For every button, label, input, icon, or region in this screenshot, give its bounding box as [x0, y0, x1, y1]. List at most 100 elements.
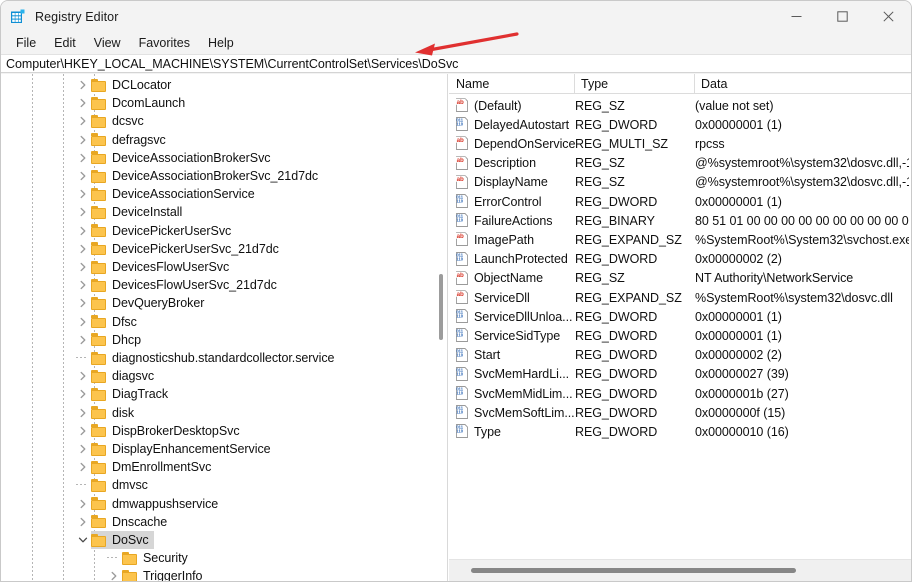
value-data: %SystemRoot%\system32\dosvc.dll [695, 290, 893, 305]
folder-icon [91, 460, 107, 474]
tree-node[interactable]: DcomLaunch [75, 94, 185, 112]
registry-tree-pane[interactable]: DCLocator DcomLaunch dcsvc defragsvc DeviceA… [1, 74, 448, 581]
tree-node[interactable]: diagnosticshub.standardcollector.service [75, 349, 334, 367]
tree-node[interactable]: TriggerInfo [106, 567, 202, 581]
chevron-right-icon[interactable] [75, 458, 91, 476]
tree-node[interactable]: Security [106, 549, 188, 567]
value-row[interactable]: 011 110 SvcMemMidLim... REG_DWORD 0x0000001b… [449, 384, 911, 403]
tree-scrollbar[interactable] [432, 74, 447, 581]
chevron-right-icon[interactable] [75, 313, 91, 331]
chevron-right-icon[interactable] [75, 440, 91, 458]
tree-node-label: DevicesFlowUserSvc [112, 260, 230, 274]
close-button[interactable] [865, 1, 911, 32]
value-row[interactable]: ab DependOnService REG_MULTI_SZ rpcss [449, 134, 911, 153]
chevron-right-icon[interactable] [75, 495, 91, 513]
value-row[interactable]: ab ServiceDll REG_EXPAND_SZ %SystemRoot%\sy… [449, 288, 911, 307]
value-row[interactable]: 011 110 ServiceSidType REG_DWORD 0x00000001 … [449, 326, 911, 345]
menu-item-file[interactable]: File [7, 34, 45, 52]
chevron-right-icon[interactable] [75, 258, 91, 276]
chevron-right-icon[interactable] [75, 513, 91, 531]
tree-node[interactable]: DevicePickerUserSvc [75, 222, 231, 240]
tree-node[interactable]: DmEnrollmentSvc [75, 458, 211, 476]
tree-node[interactable]: diagsvc [75, 367, 154, 385]
value-row[interactable]: 011 110 SvcMemHardLi... REG_DWORD 0x00000027… [449, 365, 911, 384]
chevron-right-icon[interactable] [75, 149, 91, 167]
minimize-button[interactable] [773, 1, 819, 32]
value-row[interactable]: 011 110 ErrorControl REG_DWORD 0x00000001 (1… [449, 192, 911, 211]
value-row[interactable]: ab ImagePath REG_EXPAND_SZ %SystemRoot%\Sys… [449, 230, 911, 249]
maximize-button[interactable] [819, 1, 865, 32]
value-row[interactable]: 011 110 SvcMemSoftLim... REG_DWORD 0x0000000… [449, 403, 911, 422]
tree-node[interactable]: Dhcp [75, 331, 141, 349]
tree-node-label: diagnosticshub.standardcollector.service [112, 351, 335, 365]
values-horizontal-scrollbar-thumb[interactable] [471, 568, 796, 573]
chevron-right-icon[interactable] [75, 276, 91, 294]
tree-node[interactable]: DeviceAssociationBrokerSvc [75, 149, 271, 167]
tree-node[interactable]: defragsvc [75, 131, 166, 149]
chevron-right-icon[interactable] [75, 240, 91, 258]
value-row[interactable]: 011 110 ServiceDllUnloa... REG_DWORD 0x00000… [449, 307, 911, 326]
tree-node[interactable]: DeviceAssociationBrokerSvc_21d7dc [75, 167, 318, 185]
tree-scrollbar-thumb[interactable] [439, 274, 443, 340]
tree-node[interactable]: DevQueryBroker [75, 294, 204, 312]
tree-node[interactable]: DiagTrack [75, 385, 168, 403]
chevron-right-icon[interactable] [75, 222, 91, 240]
menu-item-favorites[interactable]: Favorites [130, 34, 199, 52]
tree-node[interactable]: DCLocator [75, 76, 171, 94]
value-row[interactable]: ab DisplayName REG_SZ @%systemroot%\system3… [449, 173, 911, 192]
chevron-right-icon[interactable] [75, 367, 91, 385]
chevron-right-icon[interactable] [75, 185, 91, 203]
value-row[interactable]: 011 110 DelayedAutostart REG_DWORD 0x0000000… [449, 115, 911, 134]
tree-node[interactable]: DeviceAssociationService [75, 185, 255, 203]
tree-node[interactable]: dmwappushservice [75, 495, 218, 513]
menu-item-view[interactable]: View [85, 34, 130, 52]
address-bar[interactable]: Computer\HKEY_LOCAL_MACHINE\SYSTEM\Curre… [1, 54, 911, 73]
chevron-right-icon[interactable] [75, 131, 91, 149]
chevron-right-icon[interactable] [75, 422, 91, 440]
menu-item-help[interactable]: Help [199, 34, 243, 52]
column-header-name[interactable]: Name [449, 74, 574, 93]
value-row[interactable]: ab Description REG_SZ @%systemroot%\system3… [449, 154, 911, 173]
chevron-right-icon[interactable] [75, 331, 91, 349]
chevron-right-icon[interactable] [75, 94, 91, 112]
registry-values-pane[interactable]: Name Type Data ab (Default) REG_SZ (value n… [449, 74, 911, 581]
tree-node[interactable]: DevicesFlowUserSvc_21d7dc [75, 276, 277, 294]
value-row[interactable]: 011 110 LaunchProtected REG_DWORD 0x00000002… [449, 250, 911, 269]
chevron-right-icon[interactable] [75, 404, 91, 422]
tree-node[interactable]: dcsvc [75, 112, 144, 130]
svg-text:ab: ab [457, 156, 464, 163]
tree-node[interactable]: disk [75, 404, 134, 422]
tree-node[interactable]: Dnscache [75, 513, 167, 531]
folder-icon [91, 278, 107, 292]
tree-node[interactable]: DeviceInstall [75, 203, 182, 221]
tree-node-selected[interactable]: DoSvc [75, 531, 154, 549]
chevron-down-icon[interactable] [75, 531, 91, 549]
tree-node[interactable]: DisplayEnhancementService [75, 440, 271, 458]
chevron-right-icon[interactable] [75, 112, 91, 130]
tree-node[interactable]: DevicePickerUserSvc_21d7dc [75, 240, 279, 258]
tree-node[interactable]: DispBrokerDesktopSvc [75, 422, 240, 440]
chevron-right-icon[interactable] [75, 167, 91, 185]
value-row[interactable]: ab ObjectName REG_SZ NT Authority\NetworkSe… [449, 269, 911, 288]
value-row[interactable]: 011 110 Start REG_DWORD 0x00000002 (2) [449, 346, 911, 365]
tree-node[interactable]: DevicesFlowUserSvc [75, 258, 229, 276]
value-row[interactable]: ab (Default) REG_SZ (value not set) [449, 96, 911, 115]
value-name: SvcMemSoftLim... [474, 405, 575, 420]
tree-node-label: Dfsc [112, 314, 137, 329]
chevron-right-icon[interactable] [75, 76, 91, 94]
tree-node[interactable]: dmvsc [75, 476, 148, 494]
value-row[interactable]: 011 110 Type REG_DWORD 0x00000010 (16) [449, 422, 911, 441]
folder-icon [91, 187, 107, 201]
chevron-right-icon[interactable] [106, 567, 122, 581]
chevron-right-icon[interactable] [75, 385, 91, 403]
menu-item-edit[interactable]: Edit [45, 34, 85, 52]
chevron-right-icon[interactable] [75, 203, 91, 221]
folder-icon [91, 114, 107, 128]
tree-node[interactable]: Dfsc [75, 313, 137, 331]
value-row[interactable]: 011 110 FailureActions REG_BINARY 80 51 01 0… [449, 211, 911, 230]
chevron-right-icon[interactable] [75, 294, 91, 312]
column-header-data[interactable]: Data [694, 74, 911, 93]
column-header-type[interactable]: Type [574, 74, 694, 93]
folder-icon [91, 296, 107, 310]
values-horizontal-scrollbar[interactable] [449, 559, 911, 581]
